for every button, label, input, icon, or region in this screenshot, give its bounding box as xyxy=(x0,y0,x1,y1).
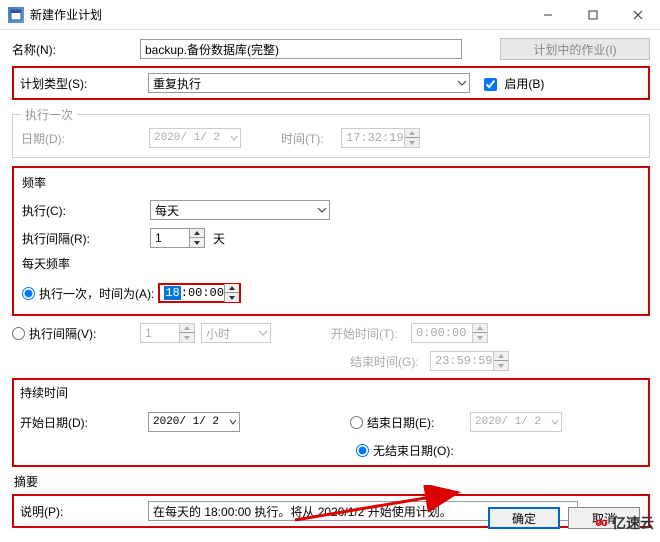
end-date-radio-wrap[interactable]: 结束日期(E): xyxy=(350,414,470,431)
freq-interval-label: 执行间隔(R): xyxy=(22,230,150,247)
daily-end-input: 23:59:59 xyxy=(430,351,509,371)
once-fieldset: 执行一次 日期(D): 2020/ 1/ 2 时间(T): 17:32:19 xyxy=(12,106,650,158)
daily-interval-spinner xyxy=(140,323,195,343)
maximize-button[interactable] xyxy=(570,0,615,30)
end-date-radio[interactable] xyxy=(350,416,363,429)
no-end-label: 无结束日期(O): xyxy=(373,442,454,459)
daily-interval-radio-wrap[interactable]: 执行间隔(V): xyxy=(12,325,140,342)
plan-type-highlight: 计划类型(S): 重复执行 启用(B) xyxy=(12,66,650,100)
daily-interval-radio[interactable] xyxy=(12,327,25,340)
spin-up-icon xyxy=(494,352,508,361)
freq-legend: 频率 xyxy=(22,174,640,191)
daily-start-label: 开始时间(T): xyxy=(331,325,411,342)
once-date-label: 日期(D): xyxy=(21,130,149,147)
duration-start-input[interactable]: 2020/ 1/ 2 xyxy=(148,412,240,432)
spin-up-icon xyxy=(405,129,419,138)
daily-legend: 每天频率 xyxy=(22,255,640,272)
plan-type-value: 重复执行 xyxy=(153,75,457,92)
freq-exec-combo[interactable]: 每天 xyxy=(150,200,330,220)
freq-interval-spinner[interactable] xyxy=(150,228,205,248)
chevron-down-icon xyxy=(457,78,467,88)
daily-once-radio[interactable] xyxy=(22,287,35,300)
duration-start-label: 开始日期(D): xyxy=(20,414,148,431)
spin-down-icon[interactable] xyxy=(190,238,204,247)
close-button[interactable] xyxy=(615,0,660,30)
spin-up-icon xyxy=(180,324,194,333)
ok-button[interactable]: 确定 xyxy=(488,507,560,529)
daily-once-radio-wrap[interactable]: 执行一次，时间为(A): xyxy=(22,285,154,302)
daily-once-label: 执行一次，时间为(A): xyxy=(39,285,154,302)
enable-label: 启用(B) xyxy=(504,77,544,91)
spin-up-icon[interactable] xyxy=(190,229,204,238)
cloud-icon: ∞ xyxy=(595,512,608,533)
spin-down-icon xyxy=(180,333,194,342)
no-end-radio-wrap[interactable]: 无结束日期(O): xyxy=(356,442,454,459)
titlebar: 新建作业计划 xyxy=(0,0,660,30)
enable-checkbox[interactable] xyxy=(484,78,497,91)
daily-end-label: 结束时间(G): xyxy=(350,353,430,370)
frequency-highlight: 频率 执行(C): 每天 执行间隔(R): 天 每天 xyxy=(12,166,650,316)
daily-interval-unit-combo: 小时 xyxy=(201,323,271,343)
jobs-in-plan-button: 计划中的作业(I) xyxy=(500,38,650,60)
spin-up-icon xyxy=(473,324,487,333)
window-icon xyxy=(8,7,24,23)
plan-type-combo[interactable]: 重复执行 xyxy=(148,73,470,93)
name-label: 名称(N): xyxy=(12,41,140,58)
chevron-down-icon xyxy=(258,328,268,338)
spin-down-icon[interactable] xyxy=(225,293,239,302)
no-end-radio[interactable] xyxy=(356,444,369,457)
daily-start-input: 0:00:00 xyxy=(411,323,488,343)
once-legend: 执行一次 xyxy=(21,106,77,123)
spin-down-icon xyxy=(405,138,419,147)
spin-up-icon[interactable] xyxy=(225,284,239,293)
chevron-down-icon xyxy=(229,418,237,426)
enable-checkbox-wrap[interactable]: 启用(B) xyxy=(484,75,544,92)
spin-down-icon xyxy=(494,361,508,370)
daily-once-time-input[interactable]: 18:00:00 xyxy=(158,283,241,303)
freq-interval-input[interactable] xyxy=(151,231,189,245)
once-date-input: 2020/ 1/ 2 xyxy=(149,128,241,148)
duration-highlight: 持续时间 开始日期(D): 2020/ 1/ 2 结束日期(E): 2020/ … xyxy=(12,378,650,467)
chevron-down-icon xyxy=(551,418,559,426)
chevron-down-icon xyxy=(230,134,238,142)
summary-legend: 摘要 xyxy=(14,473,650,490)
daily-interval-label: 执行间隔(V): xyxy=(29,325,96,342)
daily-interval-input xyxy=(141,326,179,340)
duration-end-input: 2020/ 1/ 2 xyxy=(470,412,562,432)
name-input[interactable] xyxy=(140,39,462,59)
chevron-down-icon xyxy=(317,205,327,215)
freq-interval-unit: 天 xyxy=(213,230,225,247)
once-time-input: 17:32:19 xyxy=(341,128,420,148)
plan-type-label: 计划类型(S): xyxy=(20,75,148,92)
once-time-label: 时间(T): xyxy=(281,130,341,147)
window-title: 新建作业计划 xyxy=(30,6,102,23)
end-date-label: 结束日期(E): xyxy=(367,414,434,431)
watermark: ∞ 亿速云 xyxy=(595,512,654,533)
duration-legend: 持续时间 xyxy=(20,384,642,401)
spin-down-icon xyxy=(473,333,487,342)
summary-label: 说明(P): xyxy=(20,503,148,520)
freq-exec-label: 执行(C): xyxy=(22,202,150,219)
minimize-button[interactable] xyxy=(525,0,570,30)
